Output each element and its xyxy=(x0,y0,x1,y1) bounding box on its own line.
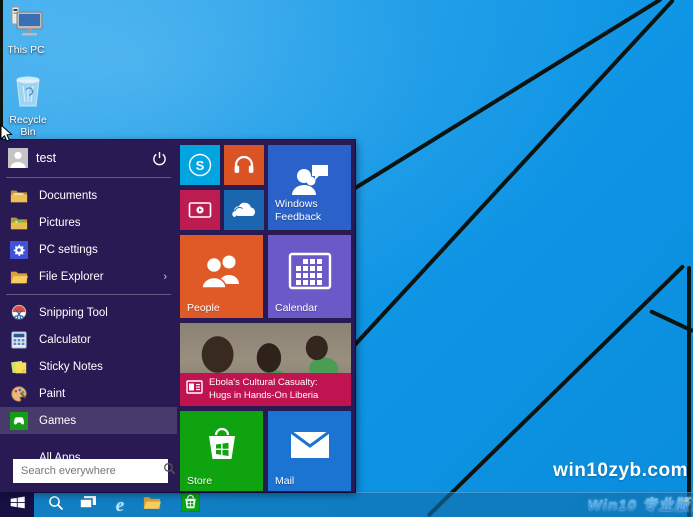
taskbar-store[interactable] xyxy=(174,492,206,517)
menu-item-label: Pictures xyxy=(39,216,81,229)
menu-item-file-explorer[interactable]: File Explorer › xyxy=(0,263,177,290)
tile-store[interactable]: Store xyxy=(180,411,263,491)
games-xbox-icon xyxy=(10,411,28,430)
tile-video[interactable] xyxy=(180,190,220,230)
menu-item-label: Snipping Tool xyxy=(39,306,108,319)
tile-calendar[interactable]: Calendar xyxy=(268,235,351,318)
divider xyxy=(6,294,171,295)
menu-item-label: PC settings xyxy=(39,243,98,256)
menu-item-snipping-tool[interactable]: Snipping Tool xyxy=(0,299,177,326)
search-icon[interactable] xyxy=(163,462,176,480)
headphones-icon xyxy=(224,145,264,185)
user-avatar[interactable] xyxy=(8,148,28,168)
taskbar-internet-explorer[interactable]: e xyxy=(104,493,136,517)
menu-item-calculator[interactable]: Calculator xyxy=(0,326,177,353)
file-explorer-icon xyxy=(143,495,161,515)
menu-item-pc-settings[interactable]: PC settings xyxy=(0,236,177,263)
user-row: test xyxy=(0,143,177,173)
tile-music[interactable] xyxy=(224,145,264,185)
wallpaper-line xyxy=(350,0,663,192)
watermark-text: Win10 专业版官网 xyxy=(588,494,693,515)
file-explorer-icon xyxy=(10,268,28,286)
wallpaper-line xyxy=(350,0,675,350)
tile-label: Windows Feedback xyxy=(275,197,322,223)
news-headline: Ebola's Cultural Casualty: Hugs in Hands… xyxy=(209,377,318,402)
desktop-icon-this-pc[interactable]: This PC xyxy=(0,6,52,56)
desktop-icon-label: This PC xyxy=(7,44,45,56)
snipping-tool-icon xyxy=(10,304,28,322)
tile-people[interactable]: People xyxy=(180,235,263,318)
start-button[interactable] xyxy=(0,492,34,517)
pc-settings-gear-icon xyxy=(10,240,28,259)
user-name[interactable]: test xyxy=(36,151,149,165)
onedrive-cloud-icon xyxy=(224,190,264,230)
power-icon[interactable] xyxy=(149,148,169,168)
documents-folder-icon xyxy=(10,187,28,205)
tile-label: People xyxy=(187,302,220,314)
recycle-bin-icon xyxy=(2,72,54,111)
tile-label: Store xyxy=(187,475,213,487)
tile-news[interactable]: Ebola's Cultural Casualty: Hugs in Hands… xyxy=(180,323,351,406)
task-view-icon xyxy=(79,495,97,515)
tile-mail[interactable]: Mail xyxy=(268,411,351,491)
taskbar-watermark: Win10 专业版官网 xyxy=(588,494,693,515)
menu-item-games[interactable]: Games xyxy=(0,407,177,434)
paint-palette-icon xyxy=(10,385,28,403)
search-input[interactable] xyxy=(21,465,163,477)
menu-item-paint[interactable]: Paint xyxy=(0,380,177,407)
news-icon xyxy=(186,380,203,399)
store-icon xyxy=(180,492,200,517)
desktop-icon-label: Recycle Bin xyxy=(9,114,47,138)
video-player-icon xyxy=(180,190,220,230)
news-headline-line1: Ebola's Cultural Casualty: xyxy=(209,377,318,389)
menu-item-label: Sticky Notes xyxy=(39,360,103,373)
taskbar-file-explorer[interactable] xyxy=(136,493,168,517)
start-menu-left-column: test Documents Pictures PC settings File… xyxy=(0,140,177,492)
menu-item-label: Paint xyxy=(39,387,66,400)
menu-item-label: File Explorer xyxy=(39,270,104,283)
taskbar: e Win10 专业版官网 xyxy=(0,492,693,517)
menu-item-label: Calculator xyxy=(39,333,91,346)
calculator-icon xyxy=(10,330,28,349)
pictures-folder-icon xyxy=(10,214,28,232)
skype-icon: S xyxy=(180,145,220,185)
chevron-right-icon[interactable]: › xyxy=(163,271,167,283)
tile-label: Calendar xyxy=(275,302,318,314)
news-headline-line2: Hugs in Hands-On Liberia xyxy=(209,389,319,401)
tile-onedrive[interactable] xyxy=(224,190,264,230)
search-box[interactable] xyxy=(13,459,176,483)
desktop-watermark: win10zyb.com xyxy=(553,460,688,481)
menu-item-pictures[interactable]: Pictures xyxy=(0,209,177,236)
menu-item-sticky-notes[interactable]: Sticky Notes xyxy=(0,353,177,380)
tile-skype[interactable]: S xyxy=(180,145,220,185)
svg-text:S: S xyxy=(196,158,205,173)
news-caption: Ebola's Cultural Casualty: Hugs in Hands… xyxy=(180,373,351,406)
search-icon xyxy=(48,495,64,516)
mouse-cursor xyxy=(0,123,13,148)
menu-item-label: Documents xyxy=(39,189,98,202)
tile-windows-feedback[interactable]: Windows Feedback xyxy=(268,145,351,230)
task-view-button[interactable] xyxy=(72,493,104,517)
taskbar-search-button[interactable] xyxy=(40,493,72,517)
menu-item-documents[interactable]: Documents xyxy=(0,182,177,209)
menu-item-label: Games xyxy=(39,414,77,427)
start-menu: test Documents Pictures PC settings File… xyxy=(0,140,355,492)
windows-logo-icon xyxy=(9,494,26,516)
tile-label: Mail xyxy=(275,475,295,487)
this-pc-icon xyxy=(0,6,52,41)
internet-explorer-icon: e xyxy=(115,494,125,516)
divider xyxy=(6,177,171,178)
sticky-notes-icon xyxy=(10,358,28,376)
